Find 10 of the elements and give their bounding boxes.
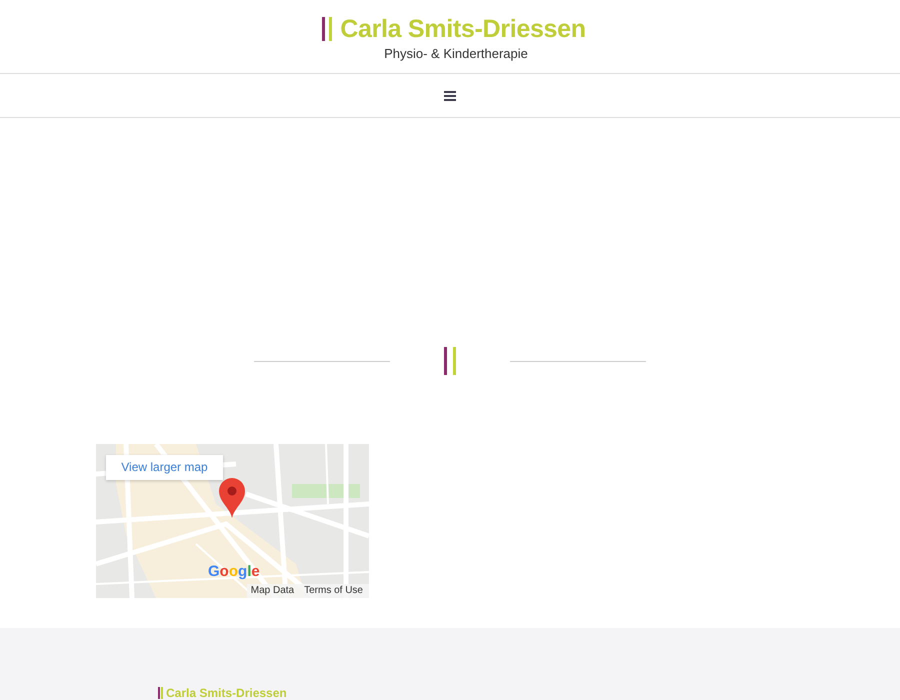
menu-icon[interactable] <box>444 90 456 100</box>
attribution-link[interactable]: Map Data <box>250 584 294 598</box>
map-pin-icon <box>219 478 245 518</box>
two-bars-icon <box>158 687 163 699</box>
logo-subtitle: Physio- & Kindertherapie <box>384 45 528 63</box>
map-provider-logo: Google <box>208 563 260 581</box>
two-bars-icon <box>322 17 332 41</box>
attribution-link[interactable]: Terms of Use <box>304 584 363 598</box>
two-bars-icon <box>444 347 456 375</box>
view-larger-map-link[interactable]: View larger map <box>106 455 223 480</box>
